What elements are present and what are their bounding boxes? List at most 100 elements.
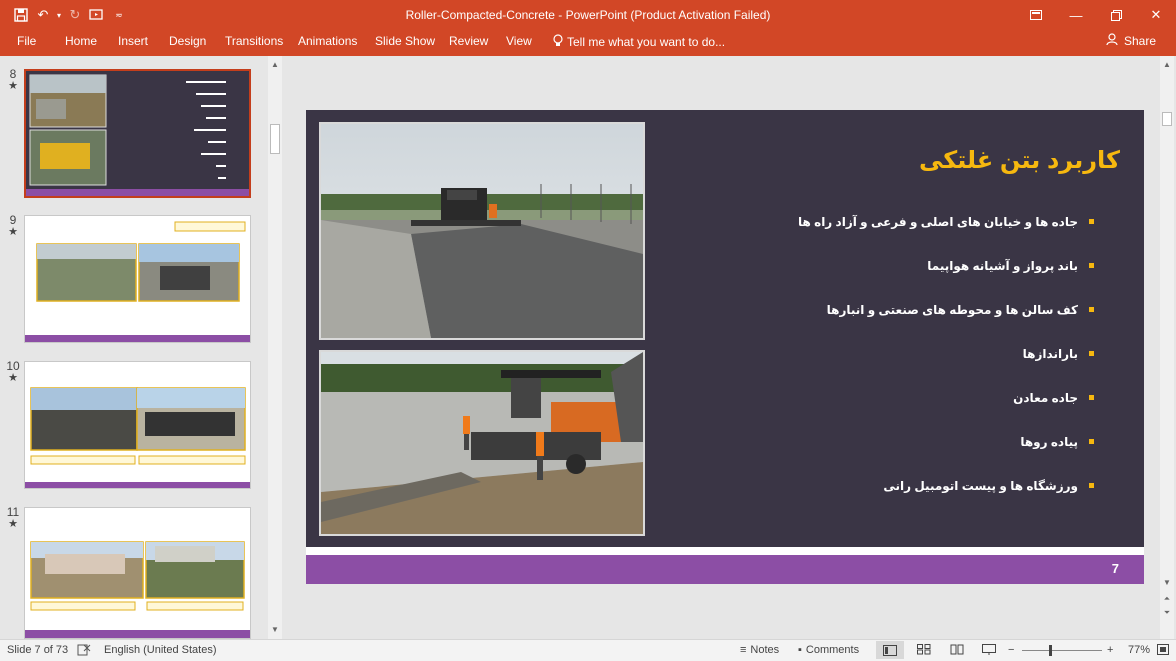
bullet-marker-icon xyxy=(1089,395,1094,400)
slide-sorter-icon[interactable] xyxy=(917,644,931,655)
thumbnail-number: 11 ★ xyxy=(6,506,20,530)
window-controls: — ✕ xyxy=(1016,0,1176,30)
restore-icon[interactable] xyxy=(1096,0,1136,30)
thumbnail-number: 9 ★ xyxy=(6,214,20,238)
bullet-item: کف سالن ها و محوطه های صنعتی و انبارها xyxy=(674,302,1094,346)
tell-me-text: Tell me what you want to do... xyxy=(567,35,726,49)
animation-star-icon: ★ xyxy=(8,226,18,238)
slide-show-view-icon[interactable] xyxy=(982,644,996,655)
close-icon[interactable]: ✕ xyxy=(1136,0,1176,30)
bullet-marker-icon xyxy=(1089,219,1094,224)
scroll-up-icon[interactable]: ▲ xyxy=(1160,58,1174,72)
tab-animations[interactable]: Animations xyxy=(298,34,357,48)
zoom-slider-thumb[interactable] xyxy=(1049,645,1052,656)
bullet-marker-icon xyxy=(1089,351,1094,356)
thumbnail-slide-11-preview xyxy=(25,541,250,638)
minimize-icon[interactable]: — xyxy=(1056,0,1096,30)
comment-icon: ▪ xyxy=(798,644,802,656)
powerpoint-window: ↶ ▾ ↻ ≂ Roller-Compacted-Concrete - Powe… xyxy=(0,0,1176,661)
spelling-check-icon[interactable] xyxy=(77,644,91,656)
bullet-item: جاده معادن xyxy=(674,390,1094,434)
thumbnail-number: 10 ★ xyxy=(6,360,20,384)
bullet-marker-icon xyxy=(1089,483,1094,488)
next-slide-icon[interactable]: ⏷ xyxy=(1160,606,1174,620)
bullet-text: پیاده روها xyxy=(1020,435,1078,449)
scroll-down-icon[interactable]: ▼ xyxy=(1160,576,1174,590)
tab-file[interactable]: File xyxy=(17,34,36,48)
tab-transitions[interactable]: Transitions xyxy=(225,34,283,48)
previous-slide-icon[interactable]: ⏶ xyxy=(1160,592,1174,606)
save-icon[interactable] xyxy=(10,4,32,26)
thumbnail-scrollbar[interactable]: ▲ ▼ xyxy=(268,56,282,639)
slide-title[interactable]: کاربرد بتن غلتکی xyxy=(919,146,1120,175)
slide-indicator[interactable]: Slide 7 of 73 xyxy=(7,644,68,656)
bullet-list[interactable]: جاده ها و خیابان های اصلی و فرعی و آزاد … xyxy=(674,214,1094,522)
undo-icon[interactable]: ↶ xyxy=(32,4,54,26)
paving-photo-bottom[interactable] xyxy=(319,350,645,536)
paver-machine-image xyxy=(321,352,643,534)
slide-number-label: 8 xyxy=(9,67,17,81)
bullet-marker-icon xyxy=(1089,263,1094,268)
bullet-text: جاده معادن xyxy=(1013,391,1078,405)
tab-home[interactable]: Home xyxy=(65,34,97,48)
comments-button[interactable]: ▪ Comments xyxy=(798,644,859,656)
thumbnail-slide-8-preview xyxy=(26,74,249,196)
thumbnail-number: 8 ★ xyxy=(6,68,20,92)
slide-number-label: 10 xyxy=(6,359,20,373)
window-title: Roller-Compacted-Concrete - PowerPoint (… xyxy=(405,8,771,22)
slide-number-label: 11 xyxy=(6,505,20,519)
thumbnail-slide-8[interactable] xyxy=(24,69,251,198)
current-slide[interactable]: کاربرد بتن غلتکی جاده ها و خیابان های اص… xyxy=(306,110,1144,584)
notes-icon: ≡ xyxy=(740,644,747,656)
bullet-text: کف سالن ها و محوطه های صنعتی و انبارها xyxy=(826,303,1078,317)
bullet-marker-icon xyxy=(1089,439,1094,444)
scroll-thumb[interactable] xyxy=(270,124,280,154)
notes-label: Notes xyxy=(750,644,780,656)
thumbnail-slide-10-preview xyxy=(25,387,250,488)
zoom-level[interactable]: 77% xyxy=(1128,644,1150,656)
undo-dropdown-icon[interactable]: ▾ xyxy=(54,4,64,26)
tell-me-search[interactable]: Tell me what you want to do... xyxy=(553,34,725,50)
slide-editing-area[interactable]: کاربرد بتن غلتکی جاده ها و خیابان های اص… xyxy=(286,56,1176,639)
bullet-text: باند پرواز و آشیانه هواپیما xyxy=(927,259,1078,273)
ribbon-display-options-icon[interactable] xyxy=(1016,0,1056,30)
scroll-up-icon[interactable]: ▲ xyxy=(268,58,282,72)
bullet-item: باند پرواز و آشیانه هواپیما xyxy=(674,258,1094,302)
zoom-out-icon[interactable]: − xyxy=(1008,644,1014,656)
tab-insert[interactable]: Insert xyxy=(118,34,148,48)
customize-toolbar-icon[interactable]: ≂ xyxy=(108,4,130,26)
fit-slide-icon[interactable] xyxy=(1157,644,1169,655)
slide-divider xyxy=(306,547,1144,555)
ribbon-tabs: File Home Insert Design Transitions Anim… xyxy=(0,30,1176,56)
bullet-text: جاده ها و خیابان های اصلی و فرعی و آزاد … xyxy=(797,215,1078,229)
thumbnail-slide-9-preview xyxy=(25,221,250,342)
zoom-slider[interactable] xyxy=(1022,650,1102,651)
tab-review[interactable]: Review xyxy=(449,34,488,48)
tab-view[interactable]: View xyxy=(506,34,532,48)
thumbnail-slide-9[interactable] xyxy=(24,215,251,343)
slide-number-label: 9 xyxy=(9,213,17,227)
bullet-text: باراندازها xyxy=(1022,347,1078,361)
language-indicator[interactable]: English (United States) xyxy=(104,644,217,656)
slide-scrollbar[interactable]: ▲ ▼ ⏶ ⏷ xyxy=(1160,56,1174,639)
thumbnail-slide-11[interactable] xyxy=(24,507,251,639)
zoom-in-icon[interactable]: + xyxy=(1107,644,1113,656)
reading-view-icon[interactable] xyxy=(950,644,964,655)
normal-view-button[interactable] xyxy=(876,641,904,659)
paving-photo-top[interactable] xyxy=(319,122,645,340)
scroll-thumb[interactable] xyxy=(1162,112,1172,126)
bullet-item: پیاده روها xyxy=(674,434,1094,478)
thumbnail-slide-10[interactable] xyxy=(24,361,251,489)
start-from-beginning-icon[interactable] xyxy=(86,4,108,26)
share-button[interactable]: Share xyxy=(1106,33,1156,49)
tab-design[interactable]: Design xyxy=(169,34,206,48)
notes-button[interactable]: ≡ Notes xyxy=(740,644,779,656)
tab-slide-show[interactable]: Slide Show xyxy=(375,34,435,48)
slide-thumbnail-pane[interactable]: 8 ★ 9 ★ 10 ★ 11 ★ ▲ ▼ xyxy=(0,56,284,639)
redo-icon[interactable]: ↻ xyxy=(64,4,86,26)
scroll-down-icon[interactable]: ▼ xyxy=(268,623,282,637)
slide-number: 7 xyxy=(1111,561,1119,576)
title-bar: ↶ ▾ ↻ ≂ Roller-Compacted-Concrete - Powe… xyxy=(0,0,1176,30)
road-paving-image xyxy=(321,124,643,338)
animation-star-icon: ★ xyxy=(8,518,18,530)
